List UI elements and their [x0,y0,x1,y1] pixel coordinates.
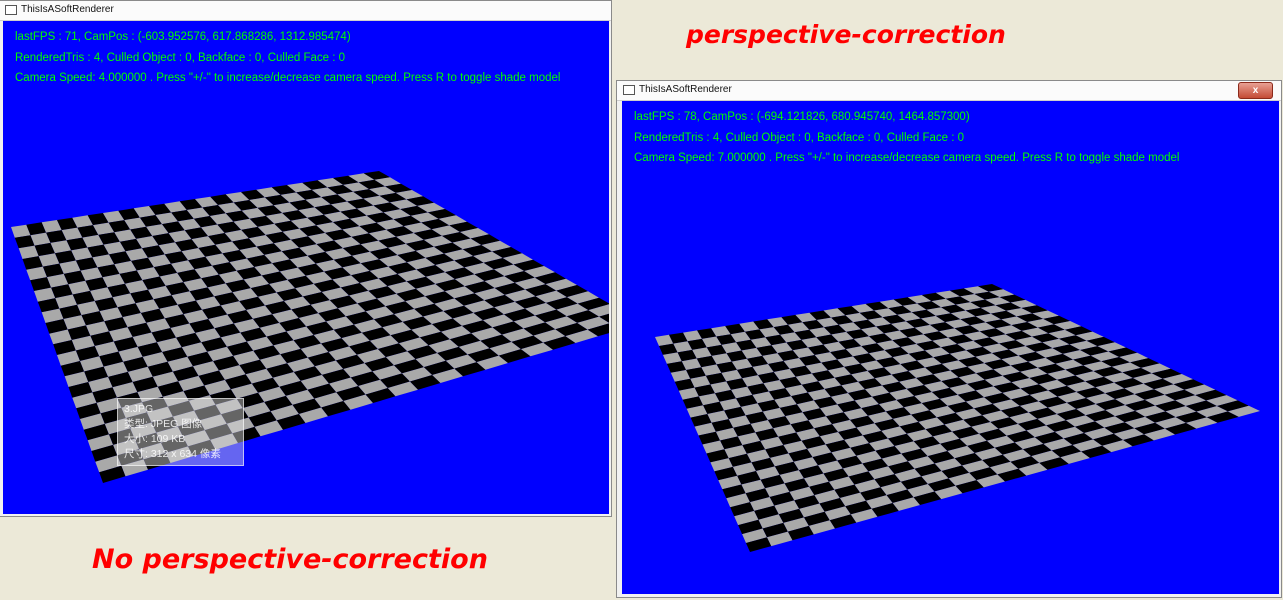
close-button[interactable]: x [1238,82,1273,99]
left-hud-speed-line: Camera Speed: 4.000000 . Press "+/-" to … [15,72,561,84]
file-info-type: 类型: JPEG 图像 [124,418,203,430]
file-info-tooltip: 3.JPG 类型: JPEG 图像 大小: 109 KB 尺寸: 312 x 6… [117,398,244,466]
right-window-titlebar[interactable]: ThisIsASoftRenderer x [617,81,1281,101]
file-info-dimensions: 尺寸: 312 x 634 像素 [124,448,221,460]
app-window-icon [623,85,635,95]
left-window-title: ThisIsASoftRenderer [21,4,114,15]
caption-no-perspective-correction: No perspective-correction [92,544,488,575]
left-render-viewport[interactable]: lastFPS : 71, CamPos : (-603.952576, 617… [3,21,609,514]
left-hud-tris-line: RenderedTris : 4, Culled Object : 0, Bac… [15,52,346,64]
app-window-icon [5,5,17,15]
right-hud-tris-line: RenderedTris : 4, Culled Object : 0, Bac… [634,132,965,144]
caption-perspective-correction: perspective-correction [686,20,1006,49]
right-render-viewport[interactable]: lastFPS : 78, CamPos : (-694.121826, 680… [622,101,1279,594]
close-icon: x [1252,85,1259,96]
file-info-size: 大小: 109 KB [124,433,186,445]
left-hud-fps-line: lastFPS : 71, CamPos : (-603.952576, 617… [15,31,351,43]
right-checkerboard-plane [655,284,1260,552]
left-checkerboard-plane [11,171,609,483]
right-renderer-window[interactable]: ThisIsASoftRenderer x lastFPS : 78, CamP… [616,80,1282,598]
right-hud-fps-line: lastFPS : 78, CamPos : (-694.121826, 680… [634,111,970,123]
left-renderer-window[interactable]: ThisIsASoftRenderer lastFPS : 71, CamPos… [0,0,612,517]
right-hud-speed-line: Camera Speed: 7.000000 . Press "+/-" to … [634,152,1180,164]
left-window-titlebar[interactable]: ThisIsASoftRenderer [0,1,611,21]
file-info-name: 3.JPG [124,403,154,415]
right-window-title: ThisIsASoftRenderer [639,84,732,95]
